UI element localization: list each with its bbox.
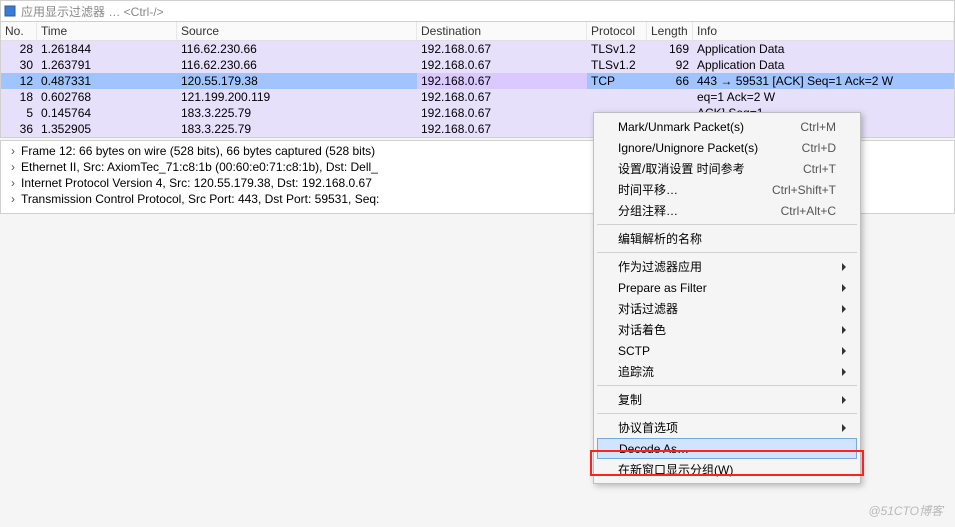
cell-prot [587,89,647,105]
menu-item-label: Prepare as Filter [618,281,836,295]
packet-row[interactable]: 120.487331120.55.179.38192.168.0.67TCP66… [1,73,954,89]
menu-item[interactable]: 作为过滤器应用 [596,256,858,277]
packet-list-header: No. Time Source Destination Protocol Len… [1,22,954,41]
menu-item-shortcut: Ctrl+Shift+T [772,183,836,197]
menu-item-label: Decode As… [619,442,835,456]
cell-dst: 192.168.0.67 [417,41,587,57]
menu-item[interactable]: 对话着色 [596,319,858,340]
cell-prot: TLSv1.2 [587,57,647,73]
menu-item[interactable]: 对话过滤器 [596,298,858,319]
cell-info: 443 → 59531 [ACK] Seq=1 Ack=2 W [693,73,954,89]
col-source[interactable]: Source [177,22,417,40]
menu-item[interactable]: 复制 [596,389,858,410]
menu-separator [597,224,857,225]
menu-item[interactable]: Decode As… [597,438,857,459]
menu-item-label: 协议首选项 [618,419,836,436]
cell-len: 169 [647,41,693,57]
cell-prot: TLSv1.2 [587,41,647,57]
cell-no: 28 [1,41,37,57]
menu-item-label: 追踪流 [618,363,836,380]
menu-item-label: SCTP [618,344,836,358]
cell-src: 116.62.230.66 [177,57,417,73]
cell-time: 1.261844 [37,41,177,57]
menu-item[interactable]: 追踪流 [596,361,858,382]
packet-row[interactable]: 281.261844116.62.230.66192.168.0.67TLSv1… [1,41,954,57]
menu-item-shortcut: Ctrl+M [800,120,836,134]
menu-separator [597,413,857,414]
menu-item[interactable]: Ignore/Unignore Packet(s)Ctrl+D [596,137,858,158]
cell-src: 120.55.179.38 [177,73,417,89]
cell-prot: TCP [587,73,647,89]
cell-time: 0.487331 [37,73,177,89]
menu-item[interactable]: 分组注释…Ctrl+Alt+C [596,200,858,221]
col-time[interactable]: Time [37,22,177,40]
cell-info: eq=1 Ack=2 W [693,89,954,105]
cell-time: 1.352905 [37,121,177,137]
cell-dst: 192.168.0.67 [417,89,587,105]
menu-item-label: 对话着色 [618,321,836,338]
menu-item-shortcut: Ctrl+D [802,141,836,155]
display-filter-placeholder: 应用显示过滤器 … <Ctrl-/> [21,3,164,20]
col-info[interactable]: Info [693,22,954,40]
cell-src: 183.3.225.79 [177,121,417,137]
cell-src: 116.62.230.66 [177,41,417,57]
cell-no: 36 [1,121,37,137]
cell-no: 30 [1,57,37,73]
cell-len: 92 [647,57,693,73]
col-length[interactable]: Length [647,22,693,40]
display-filter-bar[interactable]: 应用显示过滤器 … <Ctrl-/> [0,0,955,22]
cell-time: 1.263791 [37,57,177,73]
packet-row[interactable]: 301.263791116.62.230.66192.168.0.67TLSv1… [1,57,954,73]
cell-info: Application Data [693,57,954,73]
menu-item-shortcut: Ctrl+T [803,162,836,176]
packet-context-menu[interactable]: Mark/Unmark Packet(s)Ctrl+MIgnore/Unigno… [593,112,861,484]
menu-item-label: 复制 [618,391,836,408]
cell-time: 0.602768 [37,89,177,105]
col-destination[interactable]: Destination [417,22,587,40]
cell-no: 18 [1,89,37,105]
menu-item-label: 在新窗口显示分组(W) [618,461,836,478]
col-no[interactable]: No. [1,22,37,40]
cell-len [647,89,693,105]
watermark: @51CTO博客 [868,502,943,519]
menu-item-label: 对话过滤器 [618,300,836,317]
menu-item-label: 作为过滤器应用 [618,258,836,275]
menu-item-label: Ignore/Unignore Packet(s) [618,141,802,155]
menu-item-label: Mark/Unmark Packet(s) [618,120,800,134]
cell-info: Application Data [693,41,954,57]
menu-item[interactable]: Mark/Unmark Packet(s)Ctrl+M [596,116,858,137]
menu-item[interactable]: 时间平移…Ctrl+Shift+T [596,179,858,200]
menu-item[interactable]: SCTP [596,340,858,361]
bookmark-icon [3,4,17,18]
cell-dst: 192.168.0.67 [417,73,587,89]
menu-item-label: 编辑解析的名称 [618,230,836,247]
cell-time: 0.145764 [37,105,177,121]
menu-item[interactable]: 设置/取消设置 时间参考Ctrl+T [596,158,858,179]
menu-item-label: 设置/取消设置 时间参考 [618,160,803,177]
menu-item[interactable]: 在新窗口显示分组(W) [596,459,858,480]
cell-src: 183.3.225.79 [177,105,417,121]
cell-len: 66 [647,73,693,89]
cell-dst: 192.168.0.67 [417,121,587,137]
packet-row[interactable]: 180.602768121.199.200.119192.168.0.67 eq=… [1,89,954,105]
menu-item-label: 分组注释… [618,202,781,219]
menu-item-shortcut: Ctrl+Alt+C [781,204,836,218]
menu-separator [597,385,857,386]
menu-item[interactable]: 编辑解析的名称 [596,228,858,249]
menu-item[interactable]: Prepare as Filter [596,277,858,298]
menu-item[interactable]: 协议首选项 [596,417,858,438]
col-protocol[interactable]: Protocol [587,22,647,40]
cell-dst: 192.168.0.67 [417,105,587,121]
cell-src: 121.199.200.119 [177,89,417,105]
cell-no: 5 [1,105,37,121]
menu-item-label: 时间平移… [618,181,772,198]
menu-separator [597,252,857,253]
cell-no: 12 [1,73,37,89]
cell-dst: 192.168.0.67 [417,57,587,73]
